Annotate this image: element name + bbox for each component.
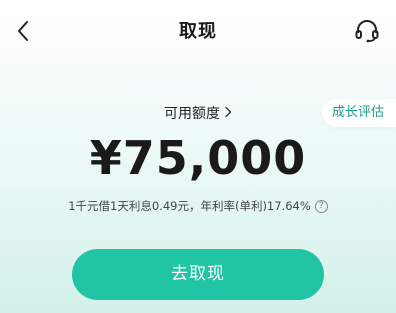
app-header: 取现	[0, 0, 396, 60]
interest-rate-info: 1千元借1天利息0.49元，年利率(单利)17.64%?	[0, 198, 396, 214]
headset-icon	[355, 20, 379, 43]
available-amount: ¥75,000	[89, 131, 307, 185]
chevron-right-icon	[224, 106, 232, 122]
withdraw-button[interactable]: 去取现	[72, 249, 324, 300]
interest-rate-text: 1千元借1天利息0.49元，年利率(单利)17.64%	[68, 199, 311, 213]
customer-service-button[interactable]	[352, 16, 382, 46]
question-mark-icon[interactable]: ?	[314, 200, 328, 213]
available-quota-label: 可用额度	[164, 106, 220, 122]
page-title: 取现	[179, 21, 217, 42]
available-quota-link[interactable]: 可用额度	[0, 103, 396, 123]
